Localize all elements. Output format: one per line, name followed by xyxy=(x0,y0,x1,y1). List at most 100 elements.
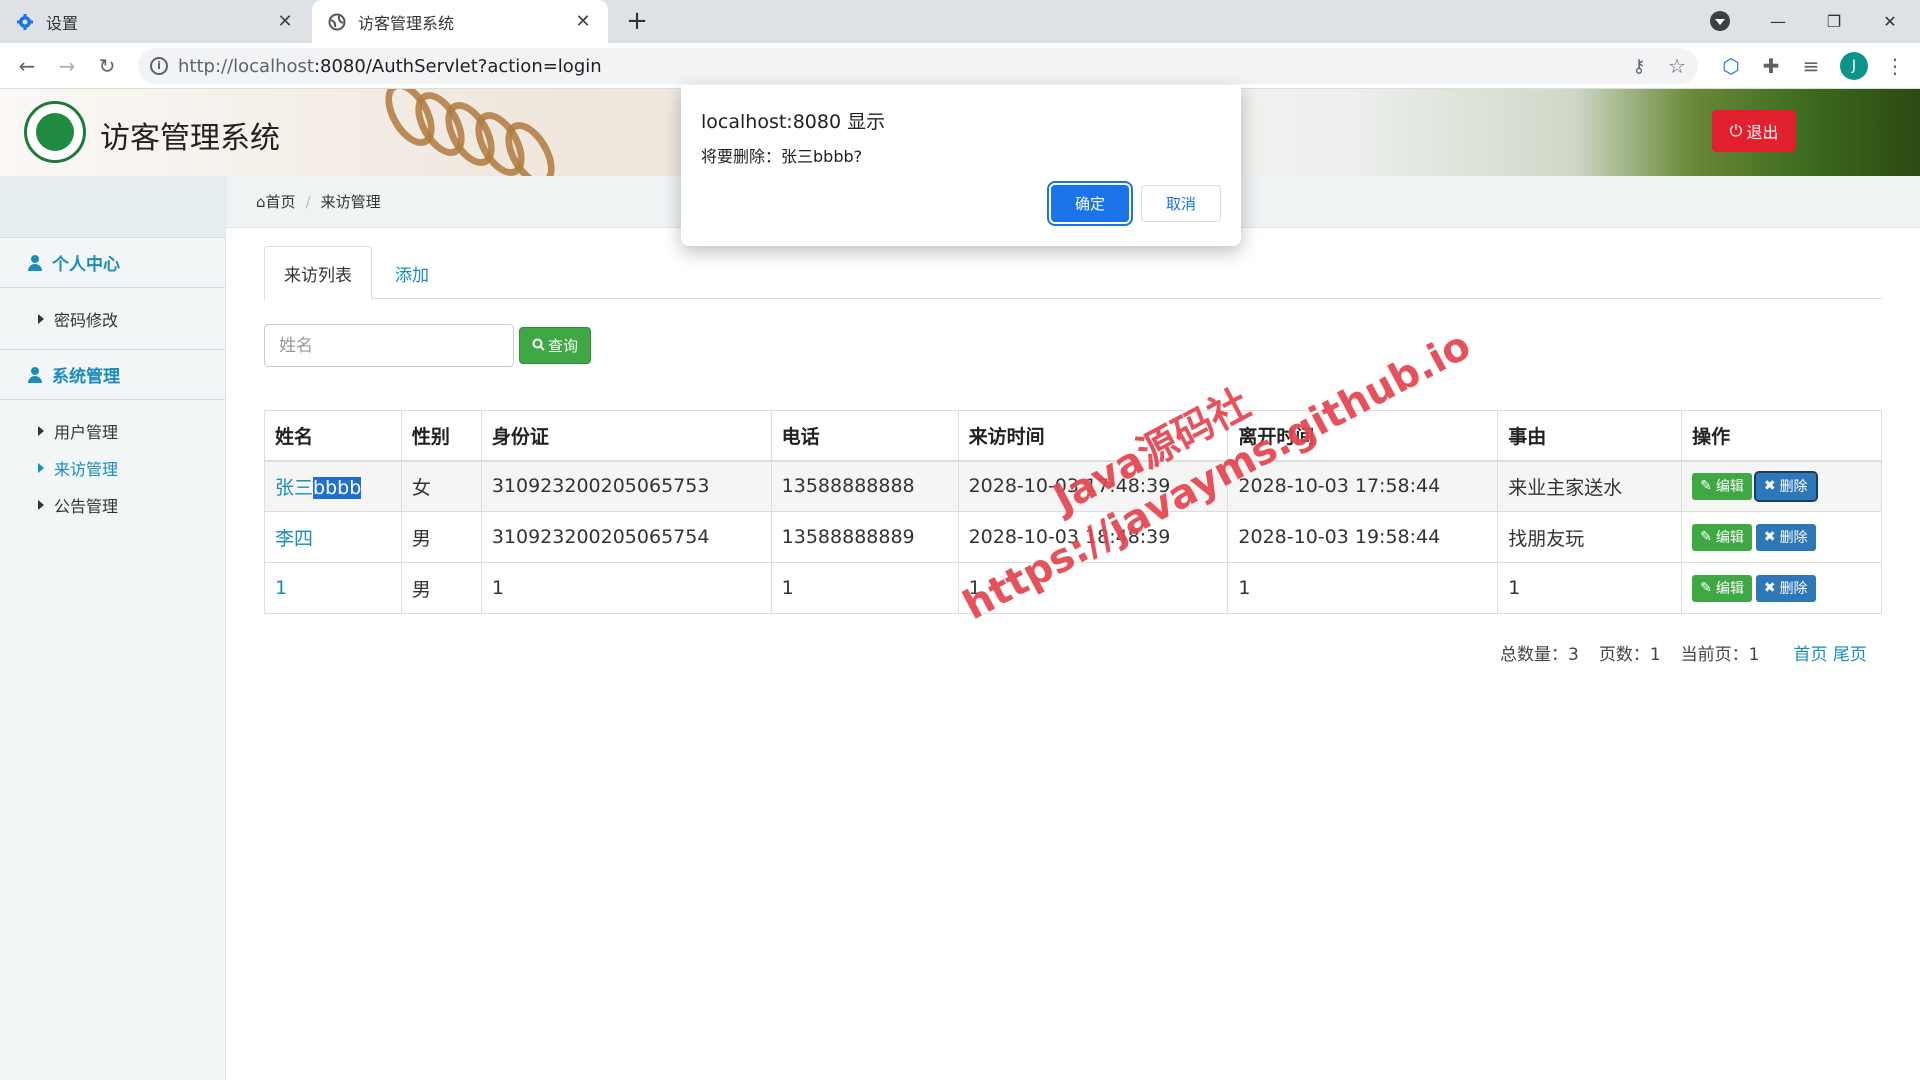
sidebar-top xyxy=(0,176,225,238)
column-header: 操作 xyxy=(1681,410,1882,462)
tab-title: 访客管理系统 xyxy=(358,13,455,33)
sidebar-group-label: 个人中心 xyxy=(52,255,120,275)
breadcrumb-home[interactable]: ⌂首页 xyxy=(256,191,296,212)
confirm-dialog: localhost:8080 显示 将要删除：张三bbbb? 确定 取消 xyxy=(681,85,1241,246)
close-icon[interactable]: ✕ xyxy=(574,11,592,32)
name-cell[interactable]: 1 xyxy=(264,562,402,614)
close-icon[interactable]: ✕ xyxy=(276,11,294,32)
last-page-link[interactable]: 尾页 xyxy=(1833,645,1867,665)
sidebar-item-label: 来访管理 xyxy=(54,459,119,479)
total-count: 总数量：3 xyxy=(1500,645,1579,665)
gender-cell: 男 xyxy=(400,511,482,563)
logout-button[interactable]: ⏻ 退出 xyxy=(1712,110,1796,152)
logo-emblem xyxy=(36,113,74,151)
edit-button[interactable]: ✎ 编辑 xyxy=(1692,472,1752,500)
key-icon[interactable]: ⚷ xyxy=(1624,51,1654,81)
id-card-cell: 310923200205065753 xyxy=(480,460,772,512)
name-part: 张三 xyxy=(275,476,314,499)
visitor-name-link[interactable]: 李四 xyxy=(275,528,313,550)
breadcrumb-current: 来访管理 xyxy=(320,193,381,211)
logout-label: 退出 xyxy=(1746,123,1779,142)
app-title: 访客管理系统 xyxy=(100,121,280,156)
avatar[interactable]: J xyxy=(1840,52,1868,80)
reason-cell: 来业主家送水 xyxy=(1497,460,1683,512)
browser-tab-visitor-system[interactable]: 访客管理系统 ✕ xyxy=(312,0,608,43)
content-tabs: 来访列表 添加 xyxy=(264,246,1882,300)
edit-button[interactable]: ✎ 编辑 xyxy=(1692,574,1752,602)
actions-cell: ✎ 编辑 ✖ 删除 xyxy=(1681,511,1882,563)
gender-cell: 男 xyxy=(400,562,482,614)
address-bar[interactable]: i http://localhost:8080/AuthServlet?acti… xyxy=(138,48,1698,84)
name-search-input[interactable] xyxy=(264,324,514,367)
edit-button[interactable]: ✎ 编辑 xyxy=(1692,523,1752,551)
user-icon xyxy=(28,366,42,383)
sidebar-item-notices[interactable]: 公告管理 xyxy=(0,486,225,523)
more-menu-icon[interactable]: ⋮ xyxy=(1880,51,1910,81)
forward-arrow-icon[interactable]: → xyxy=(52,51,82,81)
search-button[interactable]: 查询 xyxy=(519,327,591,364)
browser-toolbar: ← → ↻ i http://localhost:8080/AuthServle… xyxy=(0,43,1920,89)
confirm-ok-button[interactable]: 确定 xyxy=(1051,185,1129,222)
visitor-name-link[interactable]: 张三bbbb xyxy=(275,476,362,499)
sidebar: 个人中心 密码修改 系统管理 用户管理 来访管理 公告管理 xyxy=(0,176,226,1080)
sidebar-item-label: 公告管理 xyxy=(54,496,119,516)
extension-icon[interactable]: ⬡ xyxy=(1716,51,1746,81)
breadcrumb-separator: / xyxy=(305,192,311,211)
caret-right-icon xyxy=(38,425,44,436)
name-cell[interactable]: 张三bbbb xyxy=(264,460,402,512)
column-header: 姓名 xyxy=(264,410,402,462)
power-icon: ⏻ xyxy=(1729,121,1743,140)
phone-cell: 1 xyxy=(770,562,959,614)
window-close-icon[interactable]: ✕ xyxy=(1862,0,1918,43)
sidebar-item-label: 密码修改 xyxy=(54,310,119,330)
logo xyxy=(24,101,86,163)
puzzle-icon[interactable]: ✚ xyxy=(1756,51,1786,81)
tab-search-icon[interactable] xyxy=(1710,11,1730,31)
tab-title: 设置 xyxy=(46,13,79,33)
first-page-link[interactable]: 首页 xyxy=(1793,645,1827,665)
delete-button[interactable]: ✖ 删除 xyxy=(1755,523,1816,551)
delete-label: 删除 xyxy=(1779,581,1808,597)
sidebar-item-label: 用户管理 xyxy=(54,422,119,442)
edit-label: 编辑 xyxy=(1715,530,1744,546)
name-cell[interactable]: 李四 xyxy=(264,511,402,563)
tab-add[interactable]: 添加 xyxy=(376,246,448,300)
pagination: 总数量：3 页数：1 当前页：1 首页 尾页 xyxy=(1500,640,1867,665)
leave-time-cell: 2028-10-03 19:58:44 xyxy=(1227,511,1499,563)
browser-tab-settings[interactable]: 设置 ✕ xyxy=(0,0,310,43)
new-tab-button[interactable]: + xyxy=(622,6,652,36)
restore-icon[interactable]: ❐ xyxy=(1806,0,1862,43)
url-text: http://localhost:8080/AuthServlet?action… xyxy=(178,56,602,77)
minimize-icon[interactable]: — xyxy=(1750,0,1806,43)
reason-cell: 1 xyxy=(1497,562,1683,614)
media-icon[interactable]: ≡ xyxy=(1796,51,1826,81)
sidebar-item-password[interactable]: 密码修改 xyxy=(0,300,225,337)
dialog-title: localhost:8080 显示 xyxy=(701,111,886,133)
sidebar-group-system[interactable]: 系统管理 xyxy=(0,350,225,400)
current-page: 当前页：1 xyxy=(1680,645,1760,665)
star-icon[interactable]: ☆ xyxy=(1662,51,1692,81)
pencil-icon: ✎ xyxy=(1700,529,1712,545)
column-header: 电话 xyxy=(770,410,959,462)
reload-icon[interactable]: ↻ xyxy=(92,51,122,81)
back-arrow-icon[interactable]: ← xyxy=(12,51,42,81)
confirm-cancel-button[interactable]: 取消 xyxy=(1141,185,1221,222)
column-header: 事由 xyxy=(1497,410,1683,462)
url-host: http://localhost xyxy=(178,56,314,77)
delete-button[interactable]: ✖ 删除 xyxy=(1753,470,1818,502)
visitor-name-link[interactable]: 1 xyxy=(275,577,287,599)
tab-visit-list[interactable]: 来访列表 xyxy=(264,246,372,300)
site-info-icon[interactable]: i xyxy=(150,57,168,75)
home-icon: ⌂ xyxy=(256,193,266,211)
sidebar-group-personal[interactable]: 个人中心 xyxy=(0,238,225,288)
browser-tab-bar: 设置 ✕ 访客管理系统 ✕ + — ❐ ✕ xyxy=(0,0,1920,43)
close-icon: ✖ xyxy=(1763,580,1776,596)
url-rest: :8080/AuthServlet?action=login xyxy=(313,56,602,77)
caret-right-icon xyxy=(38,313,44,324)
search-icon xyxy=(532,337,545,355)
sidebar-item-visits[interactable]: 来访管理 xyxy=(0,449,225,486)
gender-cell: 女 xyxy=(400,460,482,512)
sidebar-item-users[interactable]: 用户管理 xyxy=(0,412,225,449)
name-selected-part: bbbb xyxy=(313,476,362,499)
delete-button[interactable]: ✖ 删除 xyxy=(1755,574,1816,602)
